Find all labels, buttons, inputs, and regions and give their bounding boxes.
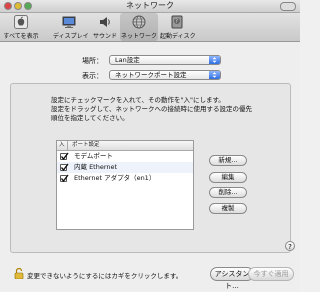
preferences-window: ネットワーク すべてを表示 ディスプレイ サウンド ネットワーク ? 起動ディス… [0, 0, 300, 291]
help-button[interactable]: ? [285, 241, 295, 251]
column-header-port[interactable]: ポート設定 [72, 141, 100, 150]
title-bar: ネットワーク [0, 0, 300, 13]
lock-icon[interactable] [14, 268, 24, 279]
apply-now-button[interactable]: 今すぐ適用 [248, 267, 294, 281]
table-row[interactable]: モデムポート [57, 151, 193, 162]
row-checkbox[interactable] [60, 174, 69, 183]
row-checkbox[interactable] [60, 152, 69, 161]
toolbar-sound[interactable]: サウンド [90, 13, 120, 41]
toolbar-label: ネットワーク [120, 33, 157, 40]
location-popup[interactable]: Lan設定 [109, 55, 221, 65]
toolbar-network[interactable]: ネットワーク [120, 13, 158, 41]
toolbar-label: すべてを表示 [3, 33, 39, 40]
row-port-name: 内蔵 Ethernet [74, 163, 118, 171]
table-row[interactable]: Ethernet アダプタ（en1） [57, 173, 193, 184]
column-header-on[interactable]: 入 [59, 141, 68, 150]
toolbar-show-all[interactable]: すべてを表示 [3, 13, 39, 41]
location-label: 場所： [82, 57, 103, 65]
disk-icon: ? [171, 15, 183, 29]
window-title: ネットワーク [126, 1, 174, 10]
checkmark-icon [60, 163, 69, 172]
popup-arrows-icon [209, 56, 220, 64]
table-header: 入 ポート設定 [57, 141, 193, 151]
close-window-button[interactable] [4, 2, 12, 10]
toolbar: すべてを表示 ディスプレイ サウンド ネットワーク ? 起動ディスク [0, 13, 300, 42]
lock-hint-text: 変更できないようにするにはカギをクリックします。 [27, 272, 183, 280]
speaker-icon [100, 17, 110, 27]
edit-button[interactable]: 編集 [209, 172, 247, 183]
row-port-name: Ethernet アダプタ（en1） [74, 174, 156, 182]
show-value: ネットワークポート設定 [115, 71, 187, 79]
description-line-3: 順位を指定してください。 [51, 114, 129, 122]
toolbar-label: サウンド [92, 33, 117, 40]
minimize-window-button[interactable] [14, 2, 22, 10]
globe-icon [132, 15, 146, 29]
row-port-name: モデムポート [74, 152, 113, 160]
checkmark-icon [60, 152, 69, 161]
delete-button[interactable]: 削除... [209, 187, 247, 198]
toolbar-label: ディスプレイ [53, 33, 89, 40]
table-row[interactable]: 内蔵 Ethernet [57, 162, 193, 173]
show-popup[interactable]: ネットワークポート設定 [109, 70, 221, 80]
description-line-2: 設定をドラッグして、ネットワークへの接続時に使用する設定の優先 [51, 105, 252, 113]
duplicate-button[interactable]: 複製 [209, 203, 247, 214]
show-label: 表示： [82, 72, 103, 80]
new-button[interactable]: 新規... [209, 155, 247, 166]
checkmark-icon [60, 174, 69, 183]
toolbar-toggle-button[interactable] [280, 2, 296, 11]
display-icon [62, 16, 76, 28]
zoom-window-button[interactable] [24, 2, 32, 10]
toolbar-display[interactable]: ディスプレイ [53, 13, 89, 41]
toolbar-startup-disk[interactable]: ? 起動ディスク [160, 13, 196, 41]
toolbar-label: 起動ディスク [160, 33, 196, 40]
location-value: Lan設定 [115, 56, 140, 64]
svg-text:?: ? [175, 19, 178, 25]
popup-arrows-icon [209, 71, 220, 79]
description-line-1: 設定にチェックマークを入れて、その動作を"入"にします。 [51, 96, 225, 104]
row-checkbox[interactable] [60, 163, 69, 172]
port-config-table[interactable]: 入 ポート設定 モデムポート 内蔵 Ethernet Ethernet アダプタ… [56, 140, 194, 230]
apple-grid-icon [14, 15, 28, 29]
